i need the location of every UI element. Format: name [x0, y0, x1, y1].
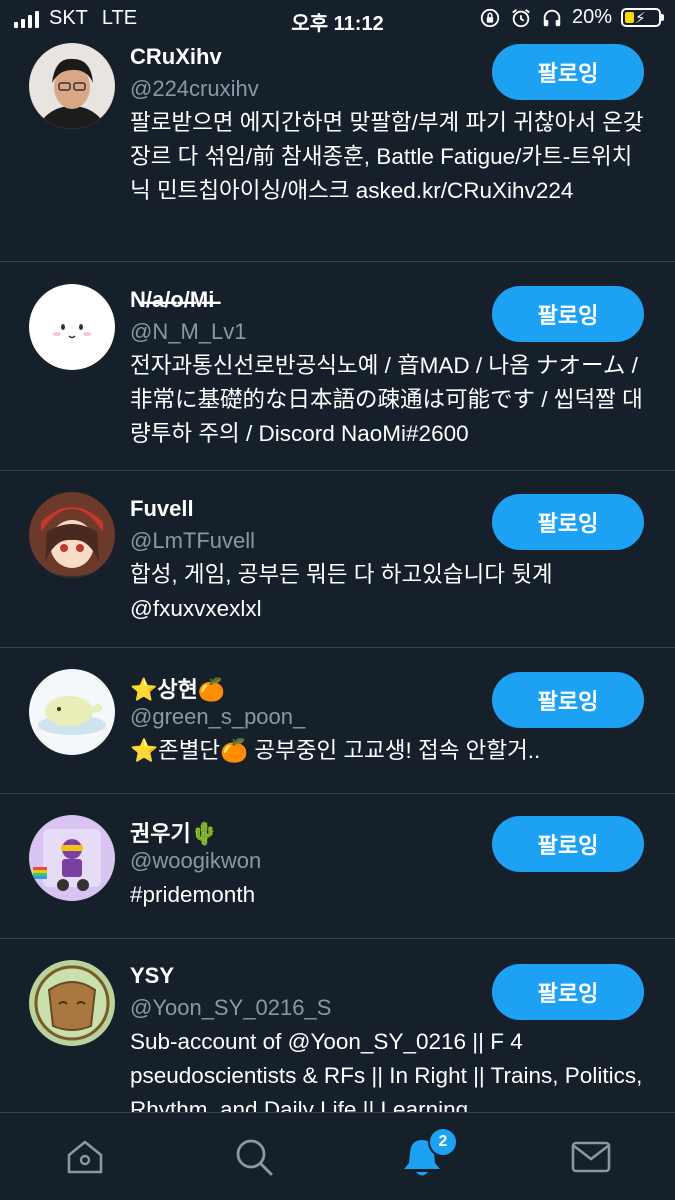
user-handle: @Yoon_SY_0216_S: [130, 995, 332, 1020]
user-bio: 팔로받으면 에지간하면 맞팔함/부계 파기 귀찮아서 온갖 장르 다 섞임/前 …: [130, 110, 644, 203]
status-bar: SKT LTE 오후 11:12 20% ⚡: [0, 0, 675, 38]
home-icon: [67, 1140, 103, 1174]
user-bio: Sub-account of @Yoon_SY_0216 || F 4 pseu…: [130, 1029, 643, 1112]
following-button[interactable]: 팔로잉: [492, 44, 644, 100]
user-bio: 전자과통신선로반공식노예 / 音MAD / 나옴 ナオーム / 非常に基礎的な日…: [130, 353, 643, 446]
following-button[interactable]: 팔로잉: [492, 816, 644, 872]
rotation-lock-icon: [480, 8, 500, 27]
user-name: CRuXihv: [130, 44, 222, 69]
following-button[interactable]: 팔로잉: [492, 286, 644, 342]
user-name: Fuvell: [130, 496, 194, 521]
user-row[interactable]: 권우기🌵 @woogikwon #pridemonth 팔로잉: [0, 794, 675, 939]
user-name: YSY: [130, 963, 175, 988]
following-button[interactable]: 팔로잉: [492, 964, 644, 1020]
battery-percent: 20%: [571, 6, 612, 28]
avatar[interactable]: [29, 284, 115, 370]
status-right: 20% ⚡: [479, 6, 664, 29]
following-button[interactable]: 팔로잉: [492, 494, 644, 550]
alarm-icon: [512, 8, 530, 27]
user-handle: @224cruxihv: [130, 76, 259, 101]
avatar[interactable]: [29, 960, 115, 1046]
following-list: CRuXihv @224cruxihv 팔로받으면 에지간하면 맞팔함/부계 파…: [0, 38, 675, 1112]
avatar[interactable]: [29, 669, 115, 755]
user-handle: @N_M_Lv1: [130, 319, 247, 344]
user-row[interactable]: YSY @Yoon_SY_0216_S Sub-account of @Yoon…: [0, 939, 675, 1112]
avatar[interactable]: [29, 815, 115, 901]
messages-tab[interactable]: [569, 1135, 613, 1179]
user-row[interactable]: CRuXihv @224cruxihv 팔로받으면 에지간하면 맞팔함/부계 파…: [0, 38, 675, 262]
user-row[interactable]: Fuvell @LmTFuvell 합성, 게임, 공부든 뭐든 다 하고있습니…: [0, 471, 675, 648]
avatar[interactable]: [29, 492, 115, 578]
bottom-tab-bar: 2: [0, 1112, 675, 1200]
notification-badge: 2: [428, 1127, 458, 1157]
battery-icon: ⚡: [621, 8, 664, 27]
search-icon: [236, 1139, 273, 1176]
user-name: 권우기🌵: [130, 821, 219, 846]
user-bio: ⭐존별단🍊 공부중인 고교생! 접속 안할거..: [130, 738, 541, 763]
user-row[interactable]: N̶/̶a̶/̶o̶/̶M̶i̶ @N_M_Lv1 전자과통신선로반공식노예 /…: [0, 262, 675, 471]
user-bio: 합성, 게임, 공부든 뭐든 다 하고있습니다 뒷계 @fxuxvxexlxl: [130, 562, 553, 621]
user-row[interactable]: ⭐상현🍊 @green_s_poon_ ⭐존별단🍊 공부중인 고교생! 접속 안…: [0, 648, 675, 794]
user-handle: @green_s_poon_: [130, 704, 306, 729]
user-name: ⭐상현🍊: [130, 677, 226, 702]
user-name: N̶/̶a̶/̶o̶/̶M̶i̶: [130, 287, 215, 312]
user-handle: @LmTFuvell: [130, 528, 256, 553]
search-tab[interactable]: [232, 1135, 276, 1179]
user-handle: @woogikwon: [130, 848, 262, 873]
following-button[interactable]: 팔로잉: [492, 672, 644, 728]
mail-icon: [571, 1141, 611, 1173]
headphones-icon: [543, 9, 561, 26]
user-bio: #pridemonth: [130, 882, 256, 907]
avatar[interactable]: [29, 43, 115, 129]
home-tab[interactable]: [63, 1135, 107, 1179]
